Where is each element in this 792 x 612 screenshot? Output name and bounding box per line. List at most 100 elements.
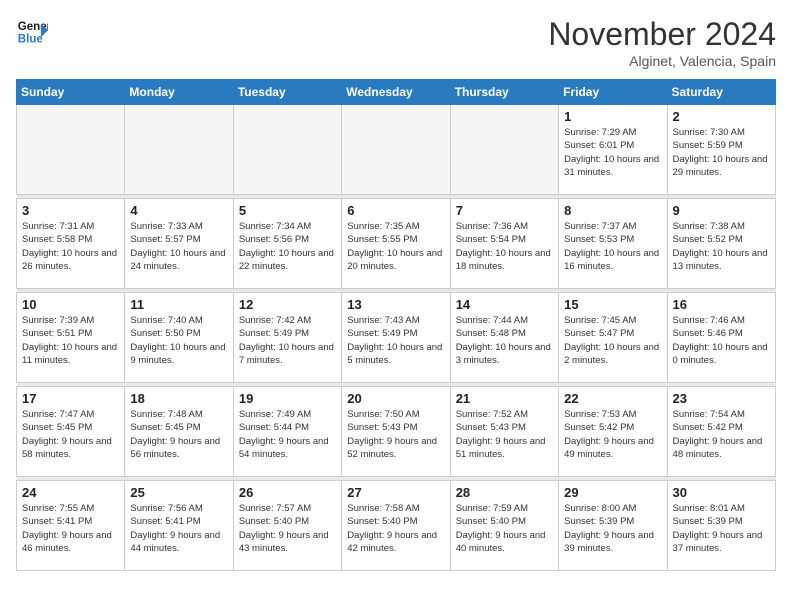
day-number: 1: [564, 109, 661, 124]
calendar-cell: 24Sunrise: 7:55 AMSunset: 5:41 PMDayligh…: [17, 481, 125, 571]
cell-sun-info: Sunrise: 7:53 AMSunset: 5:42 PMDaylight:…: [564, 408, 661, 461]
day-number: 27: [347, 485, 444, 500]
calendar-cell: 3 Sunrise: 7:31 AMSunset: 5:58 PMDaylight…: [17, 199, 125, 289]
calendar-cell: 21 Sunrise: 7:52 AMSunset: 5:43 PMDayligh…: [450, 387, 558, 477]
day-number: 29: [564, 485, 661, 500]
svg-text:Blue: Blue: [18, 34, 44, 46]
day-number: 17: [22, 391, 119, 406]
calendar-cell: [17, 105, 125, 195]
title-block: November 2024 Alginet, Valencia, Spain: [548, 16, 776, 69]
calendar-cell: 1 Sunrise: 7:29 AMSunset: 6:01 PMDaylight…: [559, 105, 667, 195]
day-number: 3: [22, 203, 119, 218]
day-number: 23: [673, 391, 770, 406]
calendar-cell: 4 Sunrise: 7:33 AMSunset: 5:57 PMDaylight…: [125, 199, 233, 289]
location: Alginet, Valencia, Spain: [548, 53, 776, 69]
cell-sun-info: Sunrise: 7:57 AMSunset: 5:40 PMDaylight:…: [239, 502, 336, 555]
cell-sun-info: Sunrise: 7:46 AMSunset: 5:46 PMDaylight:…: [673, 314, 770, 367]
cell-sun-info: Sunrise: 7:45 AMSunset: 5:47 PMDaylight:…: [564, 314, 661, 367]
cell-sun-info: Sunrise: 7:34 AMSunset: 5:56 PMDaylight:…: [239, 220, 336, 273]
day-number: 21: [456, 391, 553, 406]
weekday-header: Tuesday: [233, 80, 341, 105]
calendar-cell: 30 Sunrise: 8:01 AMSunset: 5:39 PMDayligh…: [667, 481, 775, 571]
cell-sun-info: Sunrise: 7:38 AMSunset: 5:52 PMDaylight:…: [673, 220, 770, 273]
page-header: General Blue November 2024 Alginet, Vale…: [16, 16, 776, 69]
calendar-cell: 5 Sunrise: 7:34 AMSunset: 5:56 PMDaylight…: [233, 199, 341, 289]
calendar-cell: 10 Sunrise: 7:39 AMSunset: 5:51 PMDayligh…: [17, 293, 125, 383]
day-number: 20: [347, 391, 444, 406]
weekday-header: Thursday: [450, 80, 558, 105]
cell-sun-info: Sunrise: 7:47 AMSunset: 5:45 PMDaylight:…: [22, 408, 119, 461]
calendar-cell: 17 Sunrise: 7:47 AMSunset: 5:45 PMDayligh…: [17, 387, 125, 477]
calendar-cell: 9 Sunrise: 7:38 AMSunset: 5:52 PMDaylight…: [667, 199, 775, 289]
cell-sun-info: Sunrise: 7:52 AMSunset: 5:43 PMDaylight:…: [456, 408, 553, 461]
day-number: 11: [130, 297, 227, 312]
cell-sun-info: Sunrise: 7:58 AMSunset: 5:40 PMDaylight:…: [347, 502, 444, 555]
logo-icon: General Blue: [16, 16, 48, 48]
calendar-cell: 12 Sunrise: 7:42 AMSunset: 5:49 PMDayligh…: [233, 293, 341, 383]
weekday-header: Monday: [125, 80, 233, 105]
day-number: 6: [347, 203, 444, 218]
day-number: 10: [22, 297, 119, 312]
cell-sun-info: Sunrise: 7:35 AMSunset: 5:55 PMDaylight:…: [347, 220, 444, 273]
day-number: 4: [130, 203, 227, 218]
calendar-table: SundayMondayTuesdayWednesdayThursdayFrid…: [16, 79, 776, 571]
calendar-cell: 6 Sunrise: 7:35 AMSunset: 5:55 PMDaylight…: [342, 199, 450, 289]
cell-sun-info: Sunrise: 7:33 AMSunset: 5:57 PMDaylight:…: [130, 220, 227, 273]
cell-sun-info: Sunrise: 7:50 AMSunset: 5:43 PMDaylight:…: [347, 408, 444, 461]
cell-sun-info: Sunrise: 8:01 AMSunset: 5:39 PMDaylight:…: [673, 502, 770, 555]
cell-sun-info: Sunrise: 7:31 AMSunset: 5:58 PMDaylight:…: [22, 220, 119, 273]
calendar-cell: 16 Sunrise: 7:46 AMSunset: 5:46 PMDayligh…: [667, 293, 775, 383]
cell-sun-info: Sunrise: 7:43 AMSunset: 5:49 PMDaylight:…: [347, 314, 444, 367]
day-number: 24: [22, 485, 119, 500]
day-number: 18: [130, 391, 227, 406]
cell-sun-info: Sunrise: 7:40 AMSunset: 5:50 PMDaylight:…: [130, 314, 227, 367]
logo: General Blue: [16, 16, 48, 48]
calendar-cell: 8Sunrise: 7:37 AMSunset: 5:53 PMDaylight…: [559, 199, 667, 289]
weekday-header: Friday: [559, 80, 667, 105]
cell-sun-info: Sunrise: 7:39 AMSunset: 5:51 PMDaylight:…: [22, 314, 119, 367]
month-title: November 2024: [548, 16, 776, 53]
cell-sun-info: Sunrise: 7:29 AMSunset: 6:01 PMDaylight:…: [564, 126, 661, 179]
weekday-header: Sunday: [17, 80, 125, 105]
weekday-header-row: SundayMondayTuesdayWednesdayThursdayFrid…: [17, 80, 776, 105]
calendar-cell: 19 Sunrise: 7:49 AMSunset: 5:44 PMDayligh…: [233, 387, 341, 477]
calendar-cell: 15 Sunrise: 7:45 AMSunset: 5:47 PMDayligh…: [559, 293, 667, 383]
calendar-week-row: 1 Sunrise: 7:29 AMSunset: 6:01 PMDaylight…: [17, 105, 776, 195]
day-number: 5: [239, 203, 336, 218]
day-number: 26: [239, 485, 336, 500]
calendar-week-row: 24Sunrise: 7:55 AMSunset: 5:41 PMDayligh…: [17, 481, 776, 571]
day-number: 22: [564, 391, 661, 406]
calendar-cell: 2Sunrise: 7:30 AMSunset: 5:59 PMDaylight…: [667, 105, 775, 195]
calendar-cell: 22 Sunrise: 7:53 AMSunset: 5:42 PMDayligh…: [559, 387, 667, 477]
calendar-cell: 29Sunrise: 8:00 AMSunset: 5:39 PMDayligh…: [559, 481, 667, 571]
calendar-cell: [125, 105, 233, 195]
cell-sun-info: Sunrise: 7:37 AMSunset: 5:53 PMDaylight:…: [564, 220, 661, 273]
day-number: 15: [564, 297, 661, 312]
day-number: 2: [673, 109, 770, 124]
calendar-cell: 27 Sunrise: 7:58 AMSunset: 5:40 PMDayligh…: [342, 481, 450, 571]
day-number: 9: [673, 203, 770, 218]
weekday-header: Saturday: [667, 80, 775, 105]
day-number: 14: [456, 297, 553, 312]
calendar-cell: 23 Sunrise: 7:54 AMSunset: 5:42 PMDayligh…: [667, 387, 775, 477]
calendar-cell: 26 Sunrise: 7:57 AMSunset: 5:40 PMDayligh…: [233, 481, 341, 571]
calendar-cell: 14Sunrise: 7:44 AMSunset: 5:48 PMDayligh…: [450, 293, 558, 383]
calendar-cell: 25Sunrise: 7:56 AMSunset: 5:41 PMDayligh…: [125, 481, 233, 571]
cell-sun-info: Sunrise: 7:59 AMSunset: 5:40 PMDaylight:…: [456, 502, 553, 555]
day-number: 25: [130, 485, 227, 500]
day-number: 19: [239, 391, 336, 406]
day-number: 30: [673, 485, 770, 500]
calendar-week-row: 3 Sunrise: 7:31 AMSunset: 5:58 PMDaylight…: [17, 199, 776, 289]
calendar-cell: 13Sunrise: 7:43 AMSunset: 5:49 PMDayligh…: [342, 293, 450, 383]
calendar-cell: 20 Sunrise: 7:50 AMSunset: 5:43 PMDayligh…: [342, 387, 450, 477]
day-number: 7: [456, 203, 553, 218]
cell-sun-info: Sunrise: 7:54 AMSunset: 5:42 PMDaylight:…: [673, 408, 770, 461]
day-number: 12: [239, 297, 336, 312]
day-number: 16: [673, 297, 770, 312]
calendar-cell: [342, 105, 450, 195]
cell-sun-info: Sunrise: 7:42 AMSunset: 5:49 PMDaylight:…: [239, 314, 336, 367]
calendar-week-row: 17 Sunrise: 7:47 AMSunset: 5:45 PMDayligh…: [17, 387, 776, 477]
weekday-header: Wednesday: [342, 80, 450, 105]
calendar-cell: 28Sunrise: 7:59 AMSunset: 5:40 PMDayligh…: [450, 481, 558, 571]
cell-sun-info: Sunrise: 7:49 AMSunset: 5:44 PMDaylight:…: [239, 408, 336, 461]
